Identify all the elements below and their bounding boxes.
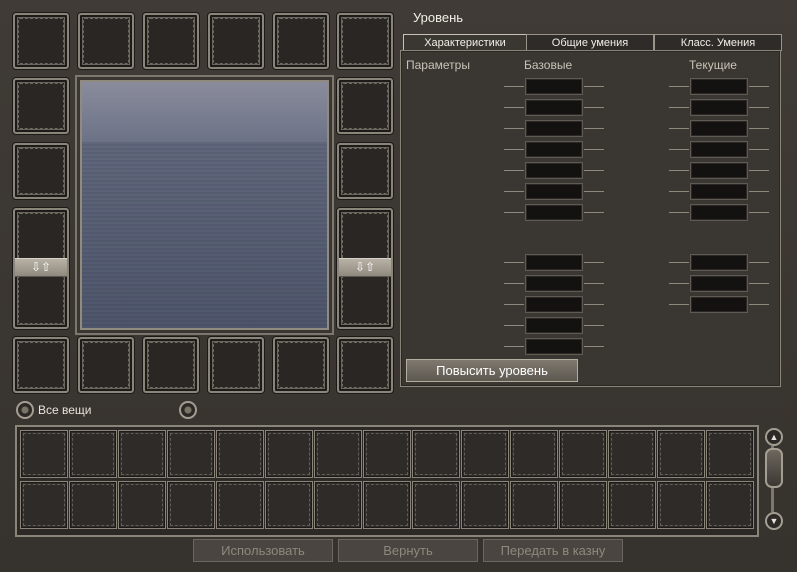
inventory-cell[interactable]: [559, 481, 607, 529]
send-to-treasury-button[interactable]: Передать в казну: [483, 539, 623, 562]
current-stat-field: [669, 183, 769, 200]
inventory-cell[interactable]: [167, 430, 215, 478]
base-stat-field: [504, 296, 604, 313]
equipment-slot[interactable]: [13, 337, 69, 393]
inventory-cell[interactable]: [363, 481, 411, 529]
inventory-cell[interactable]: [20, 481, 68, 529]
inventory-cell[interactable]: [20, 430, 68, 478]
scroll-down-icon[interactable]: ▼: [765, 512, 783, 530]
base-stat-field: [504, 120, 604, 137]
inventory-cell[interactable]: [265, 430, 313, 478]
equipment-slot[interactable]: [337, 13, 393, 69]
current-header: Текущие: [689, 58, 737, 72]
base-stat-field: [504, 162, 604, 179]
tab-class-skills[interactable]: Класс. Умения: [654, 34, 782, 51]
inventory-cell[interactable]: [657, 481, 705, 529]
equipment-slot[interactable]: [208, 13, 264, 69]
level-up-button[interactable]: Повысить уровень: [406, 359, 578, 382]
inventory-cell[interactable]: [363, 430, 411, 478]
inventory-cell[interactable]: [118, 481, 166, 529]
inventory-cell[interactable]: [216, 481, 264, 529]
equipment-slot[interactable]: [13, 143, 69, 199]
inventory-cell[interactable]: [510, 430, 558, 478]
params-header: Параметры: [406, 58, 470, 72]
inventory-grid: [15, 425, 759, 537]
current-stat-field: [669, 275, 769, 292]
equipment-slot[interactable]: [273, 337, 329, 393]
inventory-cell[interactable]: [706, 481, 754, 529]
equipment-slot[interactable]: [273, 13, 329, 69]
inventory-cell[interactable]: [559, 430, 607, 478]
current-stat-field: [669, 78, 769, 95]
current-stat-field: [669, 254, 769, 271]
base-stat-field: [504, 275, 604, 292]
current-stat-field: [669, 204, 769, 221]
inventory-cell[interactable]: [412, 430, 460, 478]
equipment-slot[interactable]: [337, 143, 393, 199]
equipment-slot[interactable]: [13, 78, 69, 134]
current-stat-field: [669, 141, 769, 158]
level-label: Уровень: [413, 10, 464, 25]
base-stat-field: [504, 338, 604, 355]
inventory-cell[interactable]: [265, 481, 313, 529]
inventory-cell[interactable]: [314, 430, 362, 478]
equipment-slot[interactable]: [208, 337, 264, 393]
base-stat-field: [504, 78, 604, 95]
current-stat-field: [669, 120, 769, 137]
equipment-slot[interactable]: [13, 13, 69, 69]
filter-radio[interactable]: [179, 401, 197, 419]
inventory-cell[interactable]: [706, 430, 754, 478]
inventory-cell[interactable]: [461, 430, 509, 478]
base-stat-field: [504, 141, 604, 158]
equipment-slot[interactable]: [143, 13, 199, 69]
preview-water: [82, 142, 327, 328]
current-stat-field: [669, 296, 769, 313]
scroll-up-icon[interactable]: ▲: [765, 428, 783, 446]
inventory-cell[interactable]: [167, 481, 215, 529]
character-preview[interactable]: [80, 80, 329, 330]
equipment-slot[interactable]: [78, 13, 134, 69]
preview-sky: [82, 82, 327, 142]
inventory-cell[interactable]: [608, 430, 656, 478]
inventory-cell[interactable]: [69, 481, 117, 529]
inventory-cell[interactable]: [314, 481, 362, 529]
equipment-slot[interactable]: [337, 78, 393, 134]
swap-weapons-right-icon[interactable]: ⇩⇧: [339, 258, 391, 277]
swap-weapons-left-icon[interactable]: ⇩⇧: [15, 258, 67, 277]
use-button[interactable]: Использовать: [193, 539, 333, 562]
inventory-cell[interactable]: [412, 481, 460, 529]
inventory-cell[interactable]: [216, 430, 264, 478]
tab-general-skills[interactable]: Общие умения: [526, 34, 654, 51]
equipment-slot[interactable]: [337, 337, 393, 393]
inventory-cell[interactable]: [510, 481, 558, 529]
tab-characteristics[interactable]: Характеристики: [403, 34, 527, 51]
base-stat-field: [504, 204, 604, 221]
current-stat-field: [669, 162, 769, 179]
base-header: Базовые: [524, 58, 573, 72]
base-stat-field: [504, 183, 604, 200]
all-items-radio[interactable]: [16, 401, 34, 419]
equipment-slot[interactable]: [143, 337, 199, 393]
inventory-scroll-thumb[interactable]: [765, 448, 783, 488]
base-stat-field: [504, 317, 604, 334]
inventory-cell[interactable]: [461, 481, 509, 529]
all-items-label: Все вещи: [38, 403, 92, 417]
base-stat-field: [504, 254, 604, 271]
base-stat-field: [504, 99, 604, 116]
current-stat-field: [669, 99, 769, 116]
inventory-cell[interactable]: [608, 481, 656, 529]
inventory-cell[interactable]: [69, 430, 117, 478]
inventory-cell[interactable]: [657, 430, 705, 478]
return-button[interactable]: Вернуть: [338, 539, 478, 562]
inventory-cell[interactable]: [118, 430, 166, 478]
equipment-slot[interactable]: [78, 337, 134, 393]
